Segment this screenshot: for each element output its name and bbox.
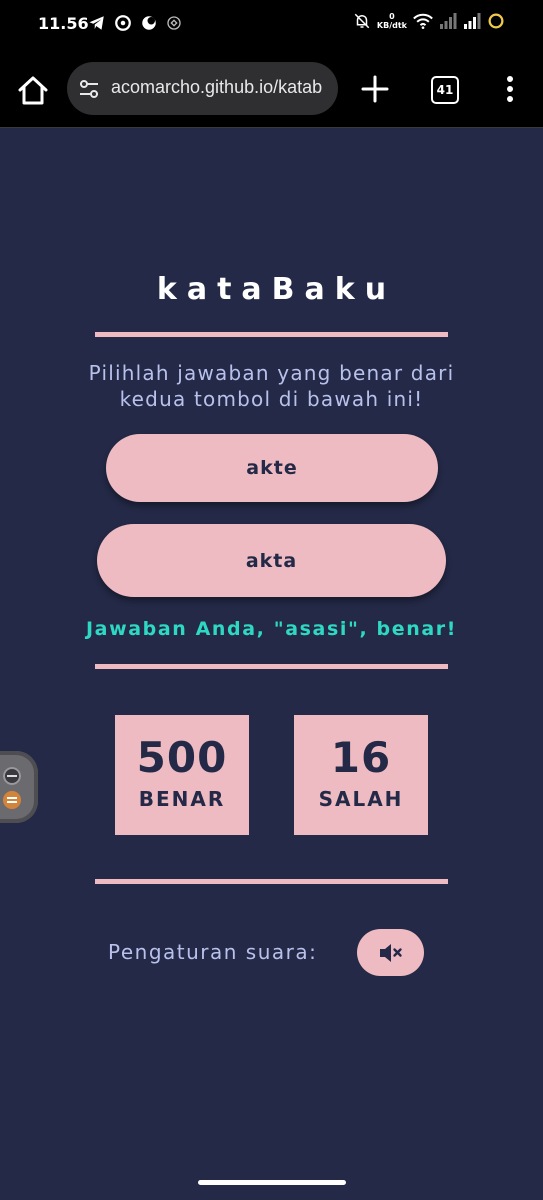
answer-option-2-button[interactable]: akta bbox=[97, 524, 446, 597]
status-time: 11.56 bbox=[38, 14, 89, 33]
url-text: acomarcho.github.io/katab bbox=[111, 77, 323, 97]
status-bar: 11.56 0 KB/dtk bbox=[0, 0, 543, 50]
signal-sim2-icon bbox=[464, 13, 481, 29]
menu-lines-icon[interactable] bbox=[3, 791, 21, 809]
tab-switcher-button[interactable]: 41 bbox=[431, 76, 459, 104]
divider-top bbox=[95, 332, 448, 337]
divider-bottom bbox=[95, 879, 448, 884]
signal-sim1-icon bbox=[440, 13, 457, 29]
telegram-icon bbox=[89, 16, 104, 30]
notification-icons bbox=[88, 14, 182, 32]
home-icon[interactable] bbox=[16, 74, 50, 108]
answer-feedback: Jawaban Anda, "asasi", benar! bbox=[86, 618, 457, 640]
correct-score-card: 500 BENAR bbox=[115, 715, 249, 835]
instruction-line-1: Pilihlah jawaban yang benar dari bbox=[88, 361, 455, 385]
divider-middle bbox=[95, 664, 448, 669]
wifi-icon bbox=[413, 13, 433, 29]
sound-settings-label: Pengaturan suara: bbox=[108, 940, 318, 964]
more-menu-icon[interactable] bbox=[498, 74, 522, 104]
wrong-label: SALAH bbox=[318, 787, 404, 811]
system-icons: 0 KB/dtk bbox=[353, 12, 505, 30]
sound-toggle-button[interactable] bbox=[357, 929, 424, 976]
volume-mute-icon bbox=[379, 943, 402, 962]
app-circle-icon bbox=[115, 15, 131, 31]
answer-option-1-button[interactable]: akte bbox=[106, 434, 438, 502]
gesture-navigation-bar[interactable] bbox=[198, 1180, 346, 1185]
correct-count: 500 bbox=[136, 733, 228, 782]
bell-off-icon bbox=[354, 13, 370, 29]
app-moon-icon bbox=[142, 16, 156, 30]
network-speed-unit: KB/dtk bbox=[376, 21, 407, 30]
browser-toolbar: acomarcho.github.io/katab 41 bbox=[0, 50, 543, 128]
instruction-text: Pilihlah jawaban yang benar dari kedua t… bbox=[40, 360, 503, 412]
network-speed-value: 0 bbox=[389, 12, 395, 21]
floating-side-widget[interactable] bbox=[0, 751, 38, 823]
correct-label: BENAR bbox=[138, 787, 226, 811]
minimize-icon[interactable] bbox=[3, 767, 21, 785]
site-settings-icon[interactable] bbox=[77, 77, 101, 101]
new-tab-icon[interactable] bbox=[360, 74, 390, 104]
wrong-count: 16 bbox=[330, 733, 392, 782]
app-shield-icon bbox=[167, 16, 181, 30]
network-speed: 0 KB/dtk bbox=[377, 12, 407, 30]
address-bar[interactable]: acomarcho.github.io/katab bbox=[67, 62, 338, 115]
battery-icon bbox=[488, 13, 504, 29]
instruction-line-2: kedua tombol di bawah ini! bbox=[119, 387, 424, 411]
wrong-score-card: 16 SALAH bbox=[294, 715, 428, 835]
app-title: kataBaku bbox=[156, 272, 397, 307]
